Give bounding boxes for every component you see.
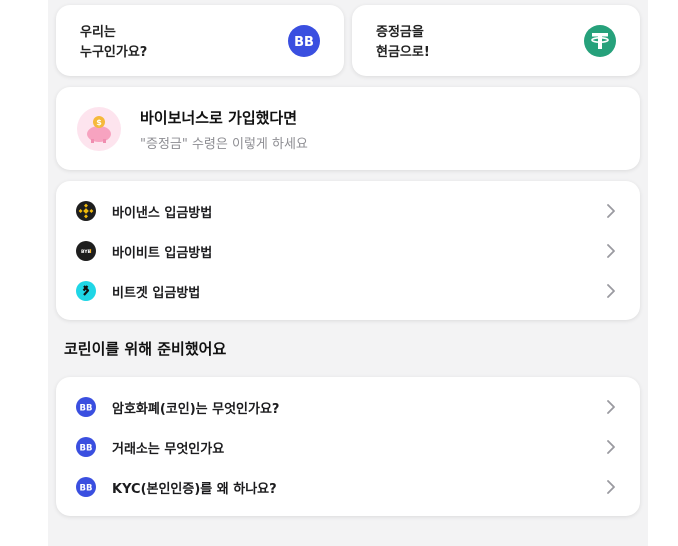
- bitget-icon: [76, 281, 96, 301]
- bb-logo-icon: BB: [76, 397, 96, 417]
- svg-text:BYB: BYB: [81, 249, 92, 255]
- exchange-list: 바이낸스 입금방법 BYB 바이비트 입금방법 비트겟 입금방법: [56, 181, 640, 320]
- piggy-bank-icon: $: [77, 107, 121, 151]
- list-item-label: 거래소는 무엇인가요: [112, 442, 225, 457]
- bonus-to-cash-card[interactable]: 증정금을 현금으로!: [352, 5, 640, 76]
- list-item-what-is-exchange[interactable]: BB 거래소는 무엇인가요: [56, 427, 640, 467]
- list-item-label: 바이비트 입금방법: [112, 246, 213, 261]
- list-item-label: 암호화폐(코인)는 무엇인가요?: [112, 402, 280, 417]
- bb-logo-icon: BB: [76, 437, 96, 457]
- chevron-right-icon: [607, 400, 615, 414]
- promo-subtitle: "증정금" 수령은 이렇게 하세요: [140, 137, 308, 152]
- svg-text:BB: BB: [80, 484, 93, 494]
- list-item-bitget[interactable]: 비트겟 입금방법: [56, 271, 640, 311]
- list-item-why-kyc[interactable]: BB KYC(본인인증)를 왜 하나요?: [56, 467, 640, 507]
- list-item-bybit[interactable]: BYB 바이비트 입금방법: [56, 231, 640, 271]
- chevron-right-icon: [607, 440, 615, 454]
- beginner-guide-list: BB 암호화폐(코인)는 무엇인가요? BB 거래소는 무엇인가요 BB KYC…: [56, 377, 640, 516]
- list-item-label: KYC(본인인증)를 왜 하나요?: [112, 482, 277, 497]
- list-item-binance[interactable]: 바이낸스 입금방법: [56, 191, 640, 231]
- bb-logo-icon: BB: [288, 25, 320, 57]
- chevron-right-icon: [607, 480, 615, 494]
- list-item-what-is-crypto[interactable]: BB 암호화폐(코인)는 무엇인가요?: [56, 387, 640, 427]
- chevron-right-icon: [607, 204, 615, 218]
- promo-title: 바이보너스로 가입했다면: [140, 109, 298, 127]
- list-item-label: 비트겟 입금방법: [112, 286, 201, 301]
- binance-icon: [76, 201, 96, 221]
- svg-text:BB: BB: [294, 35, 314, 50]
- tether-icon: [584, 25, 616, 57]
- about-us-card[interactable]: 우리는 누구인가요? BB: [56, 5, 344, 76]
- content-panel: 우리는 누구인가요? BB 증정금을 현금으로! $ 바이보너스로 가입했다면 …: [48, 0, 648, 546]
- bonus-guide-card[interactable]: $ 바이보너스로 가입했다면 "증정금" 수령은 이렇게 하세요: [56, 87, 640, 170]
- svg-text:BB: BB: [80, 444, 93, 454]
- list-item-label: 바이낸스 입금방법: [112, 206, 213, 221]
- bybit-icon: BYB: [76, 241, 96, 261]
- bb-logo-icon: BB: [76, 477, 96, 497]
- bonus-to-cash-label: 증정금을 현금으로!: [376, 25, 430, 60]
- chevron-right-icon: [607, 284, 615, 298]
- section-title: 코린이를 위해 준비했어요: [64, 340, 227, 358]
- svg-text:BB: BB: [80, 404, 93, 414]
- about-us-label: 우리는 누구인가요?: [80, 25, 148, 60]
- svg-text:$: $: [96, 118, 102, 127]
- chevron-right-icon: [607, 244, 615, 258]
